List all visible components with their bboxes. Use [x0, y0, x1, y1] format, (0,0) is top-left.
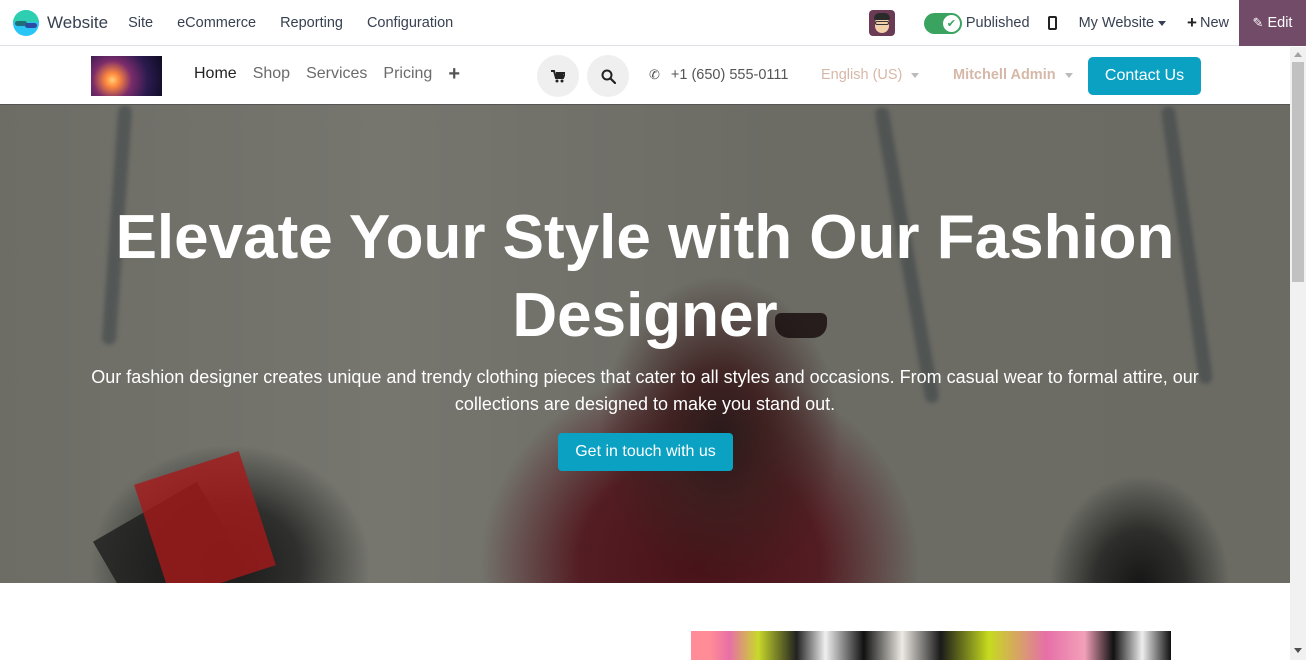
cart-icon: [551, 69, 565, 82]
hero-banner: Elevate Your Style with Our Fashion Desi…: [0, 105, 1290, 583]
page-scrollbar[interactable]: [1290, 47, 1306, 660]
pencil-icon: ✎: [1252, 15, 1264, 30]
check-icon: ✔: [942, 14, 960, 32]
my-website-label: My Website: [1078, 15, 1155, 31]
content-section: [0, 583, 1290, 660]
top-menu-reporting[interactable]: Reporting: [280, 15, 343, 31]
language-label: English (US): [821, 67, 903, 83]
edit-label: Edit: [1267, 15, 1293, 31]
contact-us-button[interactable]: Contact Us: [1088, 57, 1201, 95]
edit-button[interactable]: ✎ Edit: [1239, 0, 1306, 46]
scrollbar-thumb[interactable]: [1292, 62, 1304, 282]
nav-pricing[interactable]: Pricing: [383, 65, 432, 83]
get-in-touch-button[interactable]: Get in touch with us: [558, 433, 733, 471]
scroll-up-arrow-icon[interactable]: [1294, 52, 1302, 57]
search-icon: [601, 69, 616, 84]
app-brand[interactable]: Website: [13, 9, 109, 36]
caret-down-icon: [911, 72, 920, 78]
caret-down-icon: [1158, 20, 1167, 26]
phone-contact[interactable]: ✆ +1 (650) 555-0111: [649, 67, 788, 83]
new-label: New: [1199, 15, 1229, 31]
published-toggle[interactable]: ✔: [923, 12, 962, 34]
add-menu-item-icon[interactable]: +: [448, 64, 460, 84]
fabric-pattern-image: [691, 631, 1171, 660]
odoo-top-bar: Website Site eCommerce Reporting Configu…: [0, 0, 1306, 46]
cart-button[interactable]: [537, 55, 579, 97]
app-name: Website: [47, 12, 109, 32]
top-menu: Site eCommerce Reporting Configuration: [128, 15, 477, 31]
user-avatar-icon[interactable]: [868, 10, 895, 36]
top-bar-actions: ✔ Published My Website + New ✎ Edit: [868, 0, 1306, 46]
caret-down-icon: [1064, 72, 1073, 78]
search-button[interactable]: [587, 55, 629, 97]
phone-number: +1 (650) 555-0111: [670, 67, 789, 83]
nav-services[interactable]: Services: [306, 65, 367, 83]
nav-shop[interactable]: Shop: [253, 65, 290, 83]
nav-home[interactable]: Home: [194, 65, 237, 83]
mobile-preview-icon[interactable]: [1047, 16, 1057, 30]
top-menu-ecommerce[interactable]: eCommerce: [177, 15, 256, 31]
plus-icon: +: [1187, 13, 1197, 32]
phone-icon: ✆: [649, 67, 660, 82]
site-nav: Home Shop Services Pricing +: [194, 64, 460, 84]
site-logo[interactable]: [91, 56, 162, 96]
new-button[interactable]: + New: [1187, 13, 1229, 33]
my-website-dropdown[interactable]: My Website: [1078, 15, 1167, 31]
site-header: Home Shop Services Pricing + ✆ +1 (650) …: [0, 47, 1290, 105]
top-menu-configuration[interactable]: Configuration: [367, 15, 453, 31]
user-menu[interactable]: Mitchell Admin: [953, 67, 1073, 83]
website-app-logo-icon: [13, 9, 39, 36]
published-label: Published: [965, 15, 1030, 31]
scroll-down-arrow-icon[interactable]: [1294, 648, 1302, 653]
top-menu-site[interactable]: Site: [128, 15, 153, 31]
language-selector[interactable]: English (US): [821, 67, 920, 83]
user-name: Mitchell Admin: [953, 67, 1056, 83]
hero-subtitle: Our fashion designer creates unique and …: [91, 367, 1199, 414]
hero-title: Elevate Your Style with Our Fashion Desi…: [115, 203, 1175, 350]
